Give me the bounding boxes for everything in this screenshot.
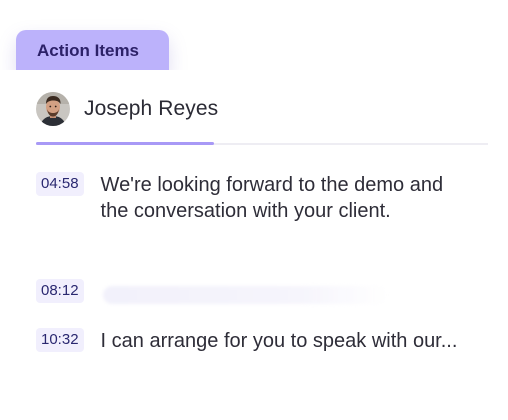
transcript-text: I can arrange for you to speak with our.… [100,330,458,352]
transcript-item[interactable]: 10:32 I can arrange for you to speak wit… [36,328,461,354]
transcript-text: We're looking forward to the demo and th… [100,174,444,222]
avatar [36,92,70,126]
action-items-widget: Action Items Joseph Reyes 04:58 We're lo… [0,0,508,420]
person-avatar-icon [36,92,70,126]
transcript-item[interactable]: 04:58 We're looking forward to the demo … [36,172,461,224]
speaker-header[interactable]: Joseph Reyes [36,92,218,126]
active-tab-indicator [36,142,214,145]
transcript-card: Joseph Reyes 04:58 We're looking forward… [0,70,508,420]
action-items-tab[interactable]: Action Items [16,30,169,74]
timestamp-badge[interactable]: 10:32 [36,328,84,352]
timestamp-badge[interactable]: 08:12 [36,279,84,303]
redacted-text-placeholder [102,286,388,304]
transcript-item[interactable]: 08:12 [36,279,388,304]
tab-label: Action Items [37,41,140,60]
speaker-name: Joseph Reyes [84,97,219,120]
timestamp-badge[interactable]: 04:58 [36,172,84,196]
